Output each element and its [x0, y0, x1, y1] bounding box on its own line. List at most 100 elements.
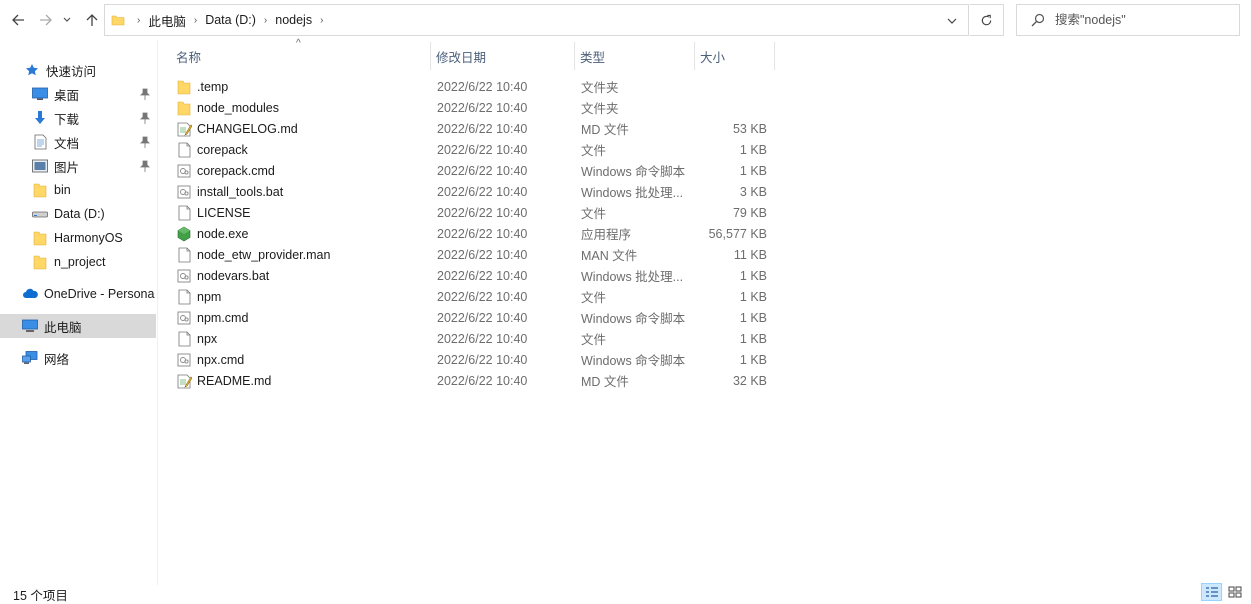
- file-type: 应用程序: [581, 228, 632, 242]
- forward-button[interactable]: [36, 8, 56, 32]
- search-box[interactable]: [1016, 4, 1240, 36]
- network-icon: [22, 350, 38, 366]
- file-row[interactable]: nodevars.bat 2022/6/22 10:40 Windows 批处理..…: [158, 265, 778, 286]
- sidebar-item-label: OneDrive - Persona: [44, 287, 155, 301]
- folder-icon: [32, 230, 48, 246]
- chevron-down-icon: [63, 17, 71, 22]
- drive-icon: [32, 206, 48, 222]
- sidebar-item-harmonyos[interactable]: HarmonyOS: [0, 226, 156, 250]
- file-date: 2022/6/22 10:40: [437, 289, 528, 304]
- status-item-count: 15 个项目: [13, 589, 68, 603]
- sidebar-item-downloads[interactable]: 下载: [0, 106, 156, 130]
- breadcrumb-nodejs[interactable]: nodejs: [273, 11, 314, 29]
- file-row[interactable]: .temp 2022/6/22 10:40 文件夹: [158, 76, 778, 97]
- column-header-type[interactable]: 类型: [574, 42, 694, 70]
- column-header-date[interactable]: 修改日期: [430, 42, 574, 70]
- file-row[interactable]: README.md 2022/6/22 10:40 MD 文件 32 KB: [158, 370, 778, 391]
- search-icon: [1031, 13, 1045, 27]
- script-icon: [176, 184, 192, 200]
- file-type: 文件: [581, 291, 607, 305]
- sidebar-item-label: Data (D:): [54, 207, 105, 221]
- file-size: 1 KB: [739, 310, 767, 325]
- large-icons-view-icon: [1228, 586, 1241, 598]
- sidebar-item-label: 下载: [54, 112, 80, 127]
- sidebar-item-this-pc[interactable]: 此电脑: [0, 314, 156, 338]
- file-size: 79 KB: [732, 205, 767, 220]
- file-name: node_modules: [197, 100, 280, 115]
- sidebar-item-bin[interactable]: bin: [0, 178, 156, 202]
- recent-locations-button[interactable]: [60, 8, 74, 32]
- refresh-button[interactable]: [970, 4, 1004, 36]
- file-row[interactable]: node.exe 2022/6/22 10:40 应用程序 56,577 KB: [158, 223, 778, 244]
- file-row[interactable]: npx 2022/6/22 10:40 文件 1 KB: [158, 328, 778, 349]
- cloud-icon: [22, 286, 38, 302]
- column-header-row: ^ 名称 修改日期 类型 大小: [158, 38, 778, 72]
- file-row[interactable]: npm.cmd 2022/6/22 10:40 Windows 命令脚本 1 KB: [158, 307, 778, 328]
- sidebar-item-quick-access[interactable]: 快速访问: [0, 58, 156, 82]
- file-name: npm.cmd: [197, 310, 249, 325]
- sidebar-item-network[interactable]: 网络: [0, 346, 156, 370]
- refresh-icon: [981, 14, 992, 25]
- search-input[interactable]: [1055, 13, 1215, 27]
- file-icon: [176, 289, 192, 305]
- sidebar-item-label: 图片: [54, 160, 80, 175]
- document-icon: [32, 134, 48, 150]
- file-name: npx: [197, 331, 218, 346]
- file-row[interactable]: CHANGELOG.md 2022/6/22 10:40 MD 文件 53 KB: [158, 118, 778, 139]
- breadcrumb-separator: ›: [263, 14, 268, 26]
- address-bar[interactable]: › 此电脑 › Data (D:) › nodejs ›: [104, 4, 969, 36]
- script-icon: [176, 163, 192, 179]
- sidebar-item-pictures[interactable]: 图片: [0, 154, 156, 178]
- file-row[interactable]: corepack.cmd 2022/6/22 10:40 Windows 命令脚本 1…: [158, 160, 778, 181]
- file-row[interactable]: node_modules 2022/6/22 10:40 文件夹: [158, 97, 778, 118]
- file-name: README.md: [197, 373, 272, 388]
- column-header-size[interactable]: 大小: [694, 42, 774, 70]
- file-size: 1 KB: [739, 331, 767, 346]
- column-header-name[interactable]: 名称: [158, 42, 430, 70]
- sidebar-item-data-drive[interactable]: Data (D:): [0, 202, 156, 226]
- file-name: .temp: [197, 79, 229, 94]
- file-row[interactable]: LICENSE 2022/6/22 10:40 文件 79 KB: [158, 202, 778, 223]
- pin-icon: [140, 136, 150, 148]
- file-name-cell: node.exe: [176, 226, 426, 242]
- file-date: 2022/6/22 10:40: [437, 100, 528, 115]
- address-history-dropdown[interactable]: [944, 13, 960, 29]
- file-date: 2022/6/22 10:40: [437, 331, 528, 346]
- pin-icon: [140, 88, 150, 100]
- file-row[interactable]: npm 2022/6/22 10:40 文件 1 KB: [158, 286, 778, 307]
- file-type: Windows 批处理...: [581, 186, 684, 200]
- markdown-file-icon: [176, 373, 192, 389]
- computer-icon: [22, 318, 38, 334]
- up-button[interactable]: [82, 8, 102, 32]
- sidebar-item-onedrive[interactable]: OneDrive - Persona: [0, 282, 156, 306]
- file-size: 32 KB: [732, 373, 767, 388]
- file-date: 2022/6/22 10:40: [437, 205, 528, 220]
- file-row[interactable]: node_etw_provider.man 2022/6/22 10:40 MAN …: [158, 244, 778, 265]
- arrow-right-icon: [40, 14, 52, 26]
- file-type: Windows 命令脚本: [581, 165, 686, 179]
- script-icon: [176, 352, 192, 368]
- file-name-cell: npx: [176, 331, 426, 347]
- sidebar-item-label: 网络: [44, 352, 70, 367]
- file-row[interactable]: corepack 2022/6/22 10:40 文件 1 KB: [158, 139, 778, 160]
- view-switcher: [1201, 583, 1245, 601]
- breadcrumb-this-pc[interactable]: 此电脑: [146, 9, 188, 32]
- file-row[interactable]: install_tools.bat 2022/6/22 10:40 Windows …: [158, 181, 778, 202]
- sidebar-item-label: 文档: [54, 136, 80, 151]
- sidebar-item-desktop[interactable]: 桌面: [0, 82, 156, 106]
- arrow-left-icon: [12, 14, 24, 26]
- file-size: 3 KB: [739, 184, 767, 199]
- sidebar-item-documents[interactable]: 文档: [0, 130, 156, 154]
- back-button[interactable]: [8, 8, 28, 32]
- sidebar-item-n-project[interactable]: n_project: [0, 250, 156, 274]
- file-name: CHANGELOG.md: [197, 121, 298, 136]
- file-date: 2022/6/22 10:40: [437, 142, 528, 157]
- file-row[interactable]: npx.cmd 2022/6/22 10:40 Windows 命令脚本 1 KB: [158, 349, 778, 370]
- large-icons-view-button[interactable]: [1224, 583, 1245, 601]
- column-resize-handle[interactable]: [774, 42, 775, 70]
- breadcrumb-data-drive[interactable]: Data (D:): [203, 11, 258, 29]
- file-name: node.exe: [197, 226, 249, 241]
- details-view-button[interactable]: [1201, 583, 1222, 601]
- file-type: Windows 批处理...: [581, 270, 684, 284]
- file-name-cell: nodevars.bat: [176, 268, 426, 284]
